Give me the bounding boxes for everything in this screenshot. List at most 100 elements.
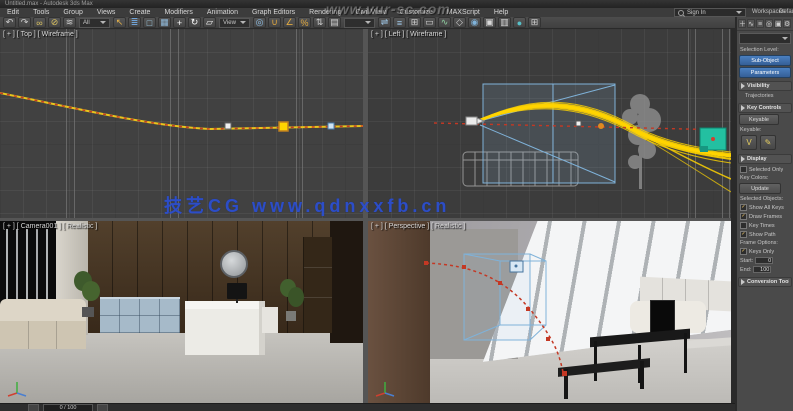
checkbox-show-path[interactable]: ✓ Show Path [737,230,793,239]
motion-tab[interactable]: ◎ [765,19,773,28]
select-and-move-icon[interactable]: + [173,17,186,28]
monitor-stand [236,299,238,303]
modify-tab[interactable]: ∿ [747,19,755,28]
rendered-frame-window-icon[interactable]: ▥ [498,17,511,28]
checkbox-box[interactable]: ✓ [740,231,747,238]
render-production-icon[interactable]: ● [513,17,526,28]
spinner-snap-icon[interactable]: ⇅ [313,17,326,28]
frame-display[interactable]: 0 / 100 [43,403,93,411]
timeline-prev-button[interactable] [28,403,39,411]
ribbon-icon[interactable]: ▭ [423,17,436,28]
mirror-icon[interactable]: ⇌ [378,17,391,28]
visibility-rollout[interactable]: Visibility [738,81,792,91]
checkbox-label: Show All Keys [749,204,784,211]
angle-snap-icon[interactable]: ∠ [283,17,296,28]
timeline-next-button[interactable] [97,403,108,411]
menu-edit[interactable]: Edit [0,9,26,16]
hierarchy-tab[interactable]: ≡ [756,19,764,28]
viewport-perspective-label[interactable]: [ + ] [ Perspective ] [ Realistic ] [371,223,465,230]
checkbox-box[interactable]: ✓ [740,248,747,255]
material-editor-icon[interactable]: ◉ [468,17,481,28]
watermark-top: www.vur-sc.com [326,1,451,17]
display-rollout[interactable]: Display [738,154,792,164]
checkbox-box[interactable]: ✓ [740,213,747,220]
sign-in-dropdown[interactable]: Sign In [674,8,746,17]
select-object-icon[interactable]: ↖ [113,17,126,28]
utilities-tab[interactable]: ⚙ [783,19,791,28]
reference-coordinate-dropdown[interactable]: View [219,17,250,28]
percent-snap-icon[interactable]: % [298,17,311,28]
bind-to-spacewarp-icon[interactable]: ≋ [63,17,76,28]
parameters-button[interactable]: Parameters [739,67,791,78]
menu-modifiers[interactable]: Modifiers [157,9,199,16]
schematic-view-icon[interactable]: ◇ [453,17,466,28]
trajectory-spline-graphic [0,92,363,132]
sofa-seat [0,321,86,349]
menu-create[interactable]: Create [122,9,157,16]
curve-editor-icon[interactable]: ∿ [438,17,451,28]
checkbox-selected-only[interactable]: Selected Only [737,165,793,174]
object-name-dropdown[interactable] [739,33,791,44]
menu-animation[interactable]: Animation [200,9,245,16]
vertex-key-icon[interactable]: V [741,135,757,150]
chevron-down-icon [100,21,106,24]
checkbox-box[interactable]: ✓ [740,204,747,211]
create-tab[interactable]: ＋ [738,19,746,28]
viewport-top[interactable]: [ + ] [ Top ] [ Wireframe ] [0,29,363,218]
viewport-left-label[interactable]: [ + ] [ Left ] [ Wireframe ] [371,31,446,38]
quad-view-icon[interactable]: ⊞ [528,17,541,28]
menu-help[interactable]: Help [487,9,515,16]
unlink-selection-icon[interactable]: ⊘ [48,17,61,28]
conversion-tools-rollout[interactable]: Conversion Tools [738,277,792,287]
snap-toggle-icon[interactable]: ∪ [268,17,281,28]
key-controls-rollout[interactable]: Key Controls [738,103,792,113]
select-by-name-icon[interactable]: ≣ [128,17,141,28]
workspace-value[interactable]: Default [779,9,793,15]
redo-icon[interactable]: ↷ [18,17,31,28]
checkbox-box[interactable] [740,222,747,229]
render-setup-icon[interactable]: ▣ [483,17,496,28]
watermark-center: 技艺CG www.qdnxxfb.cn [164,196,451,216]
menu-tools[interactable]: Tools [26,9,56,16]
named-selection-dropdown[interactable] [344,17,375,28]
end-field[interactable]: 100 [753,266,772,273]
rollout-arrow-icon [741,83,745,89]
trajectories-item[interactable]: Trajectories [737,92,793,100]
rectangular-selection-region-icon[interactable]: □ [143,17,156,28]
sub-object-button[interactable]: Sub-Object [739,55,791,66]
menu-views[interactable]: Views [90,9,123,16]
horizontal-splitter[interactable] [0,218,731,221]
align-icon[interactable]: ≡ [393,17,406,28]
checkbox-box[interactable] [740,166,747,173]
checkbox-label: Key Times [749,222,775,229]
select-and-scale-icon[interactable]: ▱ [203,17,216,28]
select-and-link-icon[interactable]: ∞ [33,17,46,28]
viewport-left[interactable]: [ + ] [ Left ] [ Wireframe ] [368,29,731,218]
select-and-rotate-icon[interactable]: ↻ [188,17,201,28]
update-button[interactable]: Update [739,183,781,194]
checkbox-show-all-keys[interactable]: ✓ Show All Keys [737,203,793,212]
layer-manager-icon[interactable]: ⊞ [408,17,421,28]
checkbox-draw-frames[interactable]: ✓ Draw Frames [737,212,793,221]
viewport-camera[interactable]: [ + ] [ Camera001 ] [ Realistic ] [0,221,363,403]
menu-group[interactable]: Group [56,9,89,16]
selection-filter-dropdown[interactable]: All [79,17,110,28]
use-pivot-center-icon[interactable]: ◎ [253,17,266,28]
draw-key-icon[interactable]: ✎ [760,135,776,150]
keyable-button[interactable]: Keyable [739,114,779,125]
checkbox-keys-only[interactable]: ✓ Keys Only [737,247,793,256]
axis-tripod [7,382,27,397]
window-crossing-icon[interactable]: ▦ [158,17,171,28]
chevron-down-icon [365,21,371,24]
checkbox-key-times[interactable]: Key Times [737,221,793,230]
start-field[interactable]: 0 [755,257,774,264]
edit-named-selection-sets-icon[interactable]: ▤ [328,17,341,28]
menu-graph-editors[interactable]: Graph Editors [245,9,302,16]
viewport-perspective[interactable]: [ + ] [ Perspective ] [ Realistic ] [368,221,731,403]
undo-icon[interactable]: ↶ [3,17,16,28]
blue-cabinets [100,297,180,333]
viewport-camera-label[interactable]: [ + ] [ Camera001 ] [ Realistic ] [3,223,97,230]
display-tab[interactable]: ▣ [774,19,782,28]
viewport-top-label[interactable]: [ + ] [ Top ] [ Wireframe ] [3,31,78,38]
chevron-down-icon [782,37,788,40]
